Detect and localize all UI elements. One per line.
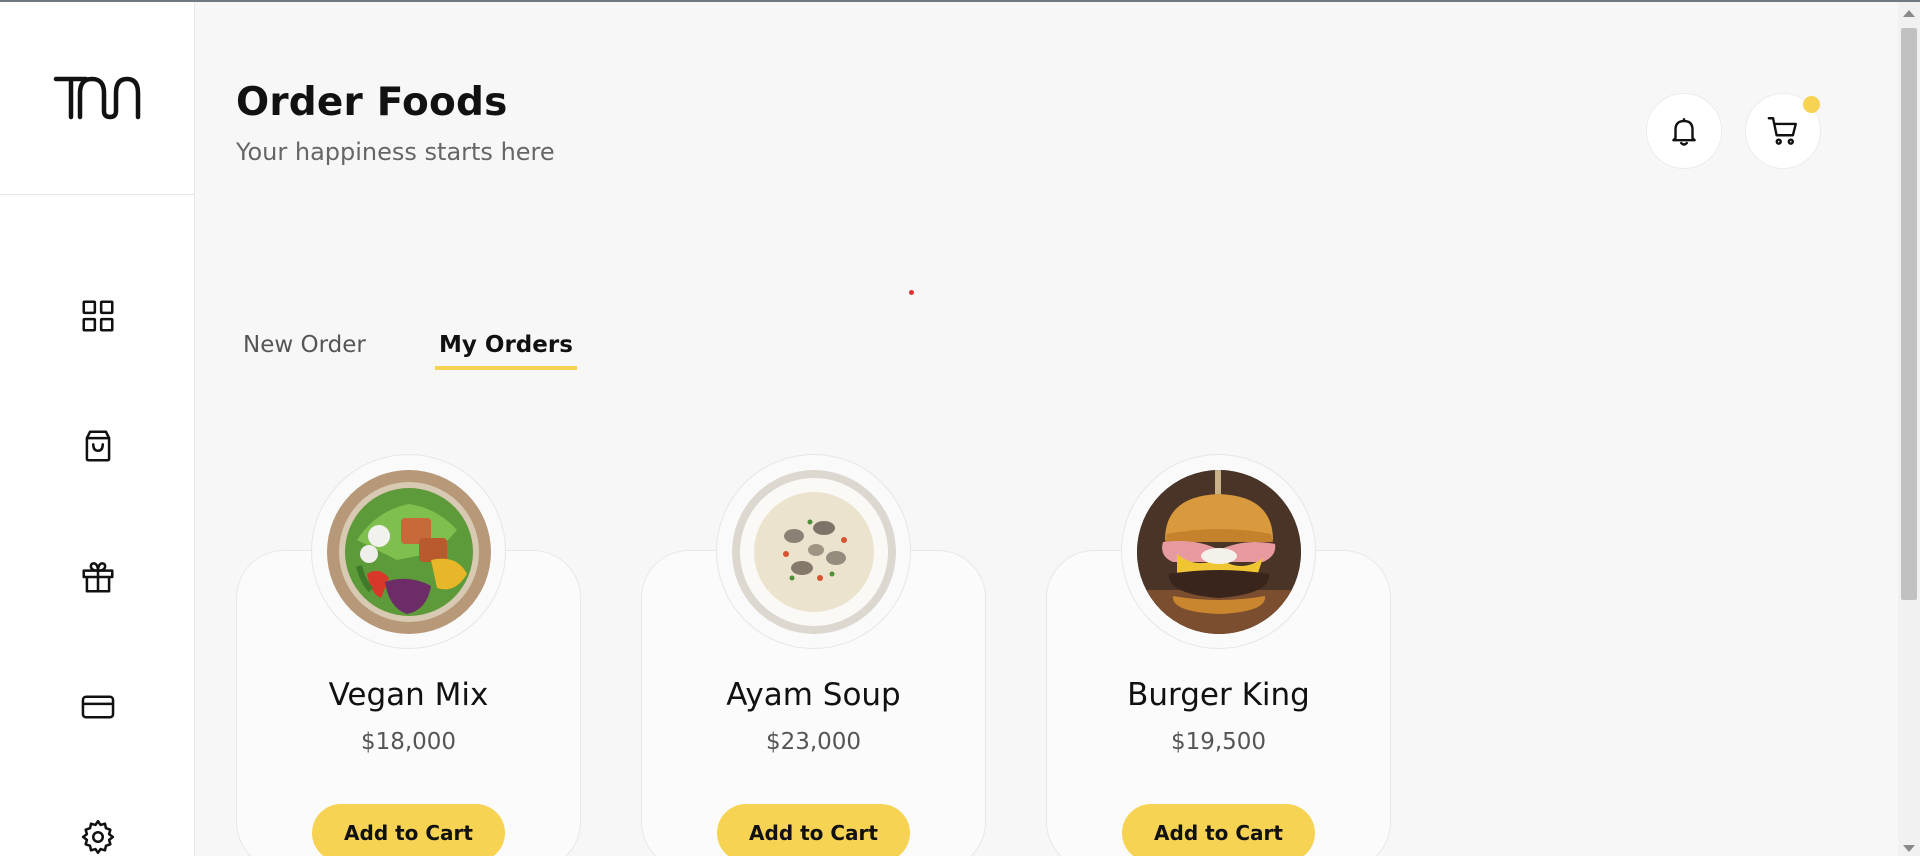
page-title: Order Foods bbox=[236, 80, 508, 125]
credit-card-icon bbox=[81, 695, 114, 719]
gift-icon bbox=[81, 562, 114, 593]
indicator-dot bbox=[909, 290, 914, 295]
sidebar-item-settings[interactable] bbox=[0, 807, 195, 856]
food-name: Burger King bbox=[1127, 677, 1310, 713]
brand-logo[interactable] bbox=[52, 73, 142, 123]
app-window: Order Foods Your happiness starts here N… bbox=[0, 0, 1920, 856]
food-name: Vegan Mix bbox=[328, 677, 489, 713]
food-name: Ayam Soup bbox=[726, 677, 901, 713]
tab-new-order[interactable]: New Order bbox=[239, 328, 370, 366]
sidebar-item-payments[interactable] bbox=[0, 677, 195, 737]
dashboard-icon bbox=[81, 300, 114, 332]
salad-bowl-image bbox=[326, 469, 491, 634]
add-to-cart-button[interactable]: Add to Cart bbox=[312, 804, 505, 856]
sidebar-item-dashboard[interactable] bbox=[0, 286, 195, 346]
tab-my-orders[interactable]: My Orders bbox=[435, 328, 577, 370]
notifications-button[interactable] bbox=[1646, 93, 1722, 169]
food-image-ayam-soup bbox=[716, 454, 911, 649]
shopping-bag-icon bbox=[85, 430, 110, 462]
sidebar-item-orders[interactable] bbox=[0, 416, 195, 476]
scroll-up-arrow-icon[interactable] bbox=[1903, 10, 1915, 17]
add-to-cart-button[interactable]: Add to Cart bbox=[717, 804, 910, 856]
gear-icon bbox=[81, 819, 114, 855]
food-image-vegan-mix bbox=[311, 454, 506, 649]
page-subtitle: Your happiness starts here bbox=[236, 138, 555, 166]
soup-bowl-image bbox=[731, 469, 896, 634]
food-price: $18,000 bbox=[360, 729, 457, 755]
cart-badge bbox=[1803, 96, 1820, 113]
food-image-burger-king bbox=[1121, 454, 1316, 649]
sidebar bbox=[0, 2, 195, 856]
bell-icon bbox=[1672, 118, 1696, 146]
cart-button[interactable] bbox=[1745, 93, 1821, 169]
scroll-down-arrow-icon[interactable] bbox=[1903, 845, 1915, 852]
cart-icon bbox=[1767, 117, 1797, 145]
burger-image bbox=[1136, 469, 1301, 634]
vertical-scrollbar[interactable] bbox=[1898, 2, 1920, 856]
food-price: $19,500 bbox=[1170, 729, 1267, 755]
add-to-cart-button[interactable]: Add to Cart bbox=[1122, 804, 1315, 856]
food-price: $23,000 bbox=[765, 729, 862, 755]
main-content: Order Foods Your happiness starts here N… bbox=[195, 2, 1898, 856]
sidebar-item-gifts[interactable] bbox=[0, 547, 195, 607]
scrollbar-thumb[interactable] bbox=[1901, 28, 1917, 600]
logo-area bbox=[0, 2, 194, 195]
